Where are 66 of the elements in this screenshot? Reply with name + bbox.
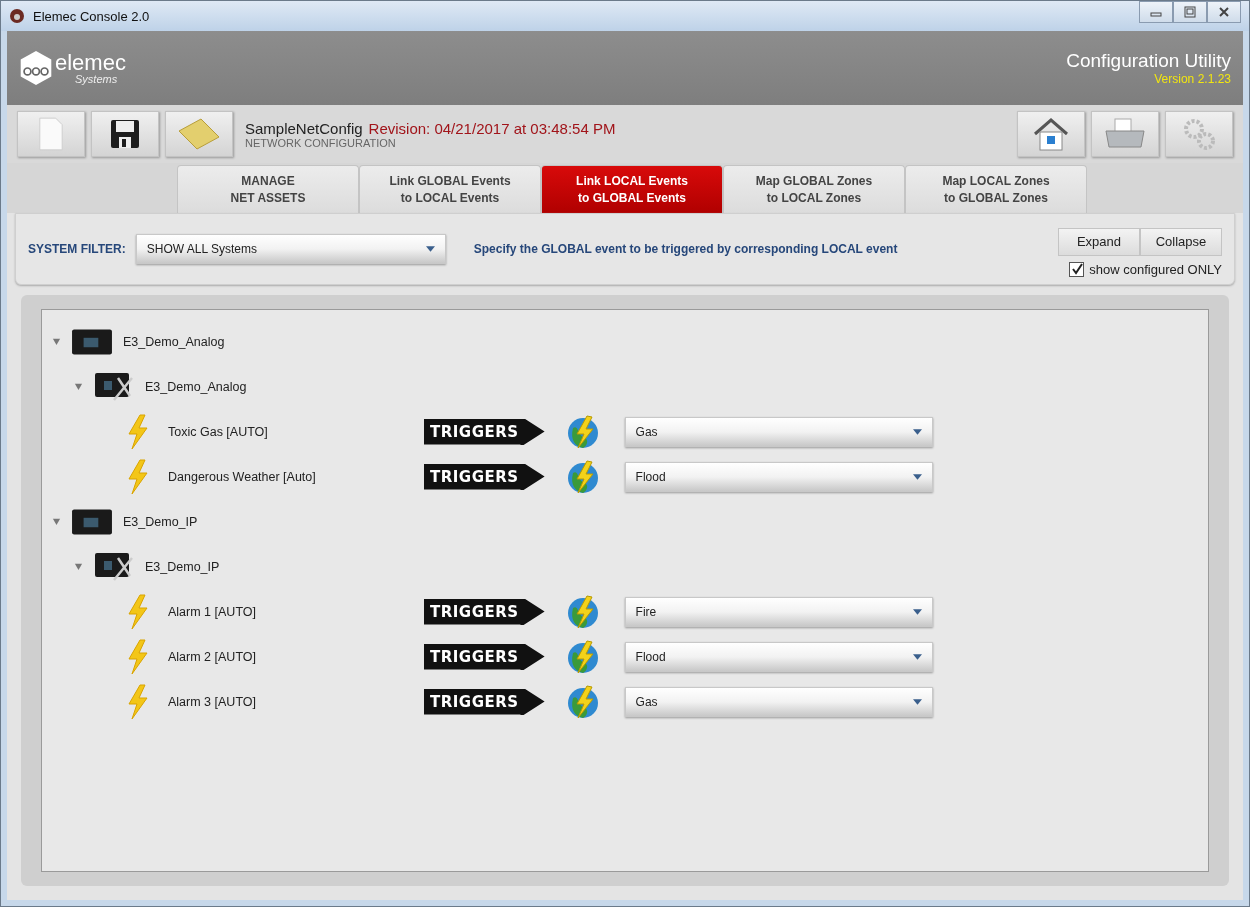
global-event-dropdown[interactable]: Gas bbox=[624, 416, 933, 447]
dropdown-caret-icon bbox=[912, 698, 922, 705]
controller-device-icon bbox=[71, 506, 113, 537]
system-filter-dropdown[interactable]: SHOW ALL Systems bbox=[135, 234, 446, 264]
printer-icon bbox=[1103, 117, 1147, 151]
blank-page-icon bbox=[37, 117, 65, 151]
tree-item[interactable]: E3_Demo_Analog bbox=[123, 334, 225, 349]
filter-label: SYSTEM FILTER: bbox=[28, 242, 126, 256]
tab[interactable]: Link GLOBAL Events to LOCAL Events bbox=[359, 165, 541, 213]
tab[interactable]: Link LOCAL Events to GLOBAL Events bbox=[541, 165, 723, 213]
logo-icon bbox=[19, 49, 53, 87]
device-tools-icon bbox=[93, 371, 135, 402]
version-label: Version 2.1.23 bbox=[1154, 72, 1231, 86]
expand-toggle-icon[interactable] bbox=[74, 562, 83, 571]
lightning-bolt-icon bbox=[126, 638, 150, 675]
save-button[interactable] bbox=[91, 111, 159, 157]
tree-item[interactable]: E3_Demo_Analog bbox=[145, 379, 247, 394]
open-folder-button[interactable] bbox=[165, 111, 233, 157]
tab[interactable]: Map GLOBAL Zones to LOCAL Zones bbox=[723, 165, 905, 213]
dropdown-caret-icon bbox=[425, 246, 435, 252]
dropdown-caret-icon bbox=[912, 653, 922, 660]
logo-subtext: Systems bbox=[75, 73, 119, 85]
config-subtitle: NETWORK CONFIGURATION bbox=[245, 136, 397, 149]
logo-text: elemec bbox=[55, 51, 126, 74]
local-event-label: Dangerous Weather [Auto] bbox=[168, 469, 317, 484]
local-event-label: Alarm 3 [AUTO] bbox=[168, 694, 257, 709]
window-title: Elemec Console 2.0 bbox=[33, 8, 150, 24]
global-event-dropdown[interactable]: Flood bbox=[624, 641, 933, 672]
expand-toggle-icon[interactable] bbox=[52, 337, 61, 346]
app-title: Configuration Utility bbox=[1066, 50, 1231, 72]
controller-device-icon bbox=[71, 326, 113, 357]
global-event-dropdown[interactable]: Gas bbox=[624, 686, 933, 717]
global-event-dropdown[interactable]: Fire bbox=[624, 596, 933, 627]
checkbox-label: show configured ONLY bbox=[1089, 261, 1222, 277]
printer-button[interactable] bbox=[1091, 111, 1159, 157]
lightning-bolt-icon bbox=[126, 593, 150, 630]
device-tools-icon bbox=[93, 551, 135, 582]
dropdown-caret-icon bbox=[912, 428, 922, 435]
checkbox[interactable] bbox=[1069, 261, 1085, 277]
global-event-dropdown[interactable]: Flood bbox=[624, 461, 933, 492]
tree-item[interactable]: E3_Demo_IP bbox=[145, 559, 220, 574]
close-button[interactable] bbox=[1207, 1, 1241, 23]
minimize-button[interactable] bbox=[1139, 1, 1173, 23]
dropdown-caret-icon bbox=[912, 473, 922, 480]
lightning-bolt-icon bbox=[126, 458, 150, 495]
lightning-bolt-icon bbox=[126, 413, 150, 450]
home-icon bbox=[1031, 117, 1071, 151]
tab[interactable]: MANAGE NET ASSETS bbox=[177, 165, 359, 213]
expand-toggle-icon[interactable] bbox=[74, 382, 83, 391]
instruction-text: Specify the GLOBAL event to be triggered by corresponding LOCAL event bbox=[473, 242, 898, 256]
local-event-label: Toxic Gas [AUTO] bbox=[168, 424, 269, 439]
lightning-bolt-icon bbox=[126, 683, 150, 720]
app-icon bbox=[9, 8, 25, 24]
tab[interactable]: Map LOCAL Zones to GLOBAL Zones bbox=[905, 165, 1087, 213]
revision-label: Revision: 04/21/2017 at 03:48:54 PM bbox=[368, 119, 616, 137]
action-button[interactable]: Expand bbox=[1058, 227, 1140, 256]
home-button[interactable] bbox=[1017, 111, 1085, 157]
expand-toggle-icon[interactable] bbox=[52, 517, 61, 526]
maximize-icon bbox=[1184, 6, 1196, 18]
local-event-label: Alarm 1 [AUTO] bbox=[168, 604, 257, 619]
config-name: SampleNetConfig bbox=[245, 119, 363, 137]
dropdown-caret-icon bbox=[912, 608, 922, 615]
close-icon bbox=[1218, 6, 1230, 18]
action-button[interactable]: Collapse bbox=[1140, 227, 1222, 256]
tree-item[interactable]: E3_Demo_IP bbox=[123, 514, 198, 529]
local-event-label: Alarm 2 [AUTO] bbox=[168, 649, 257, 664]
